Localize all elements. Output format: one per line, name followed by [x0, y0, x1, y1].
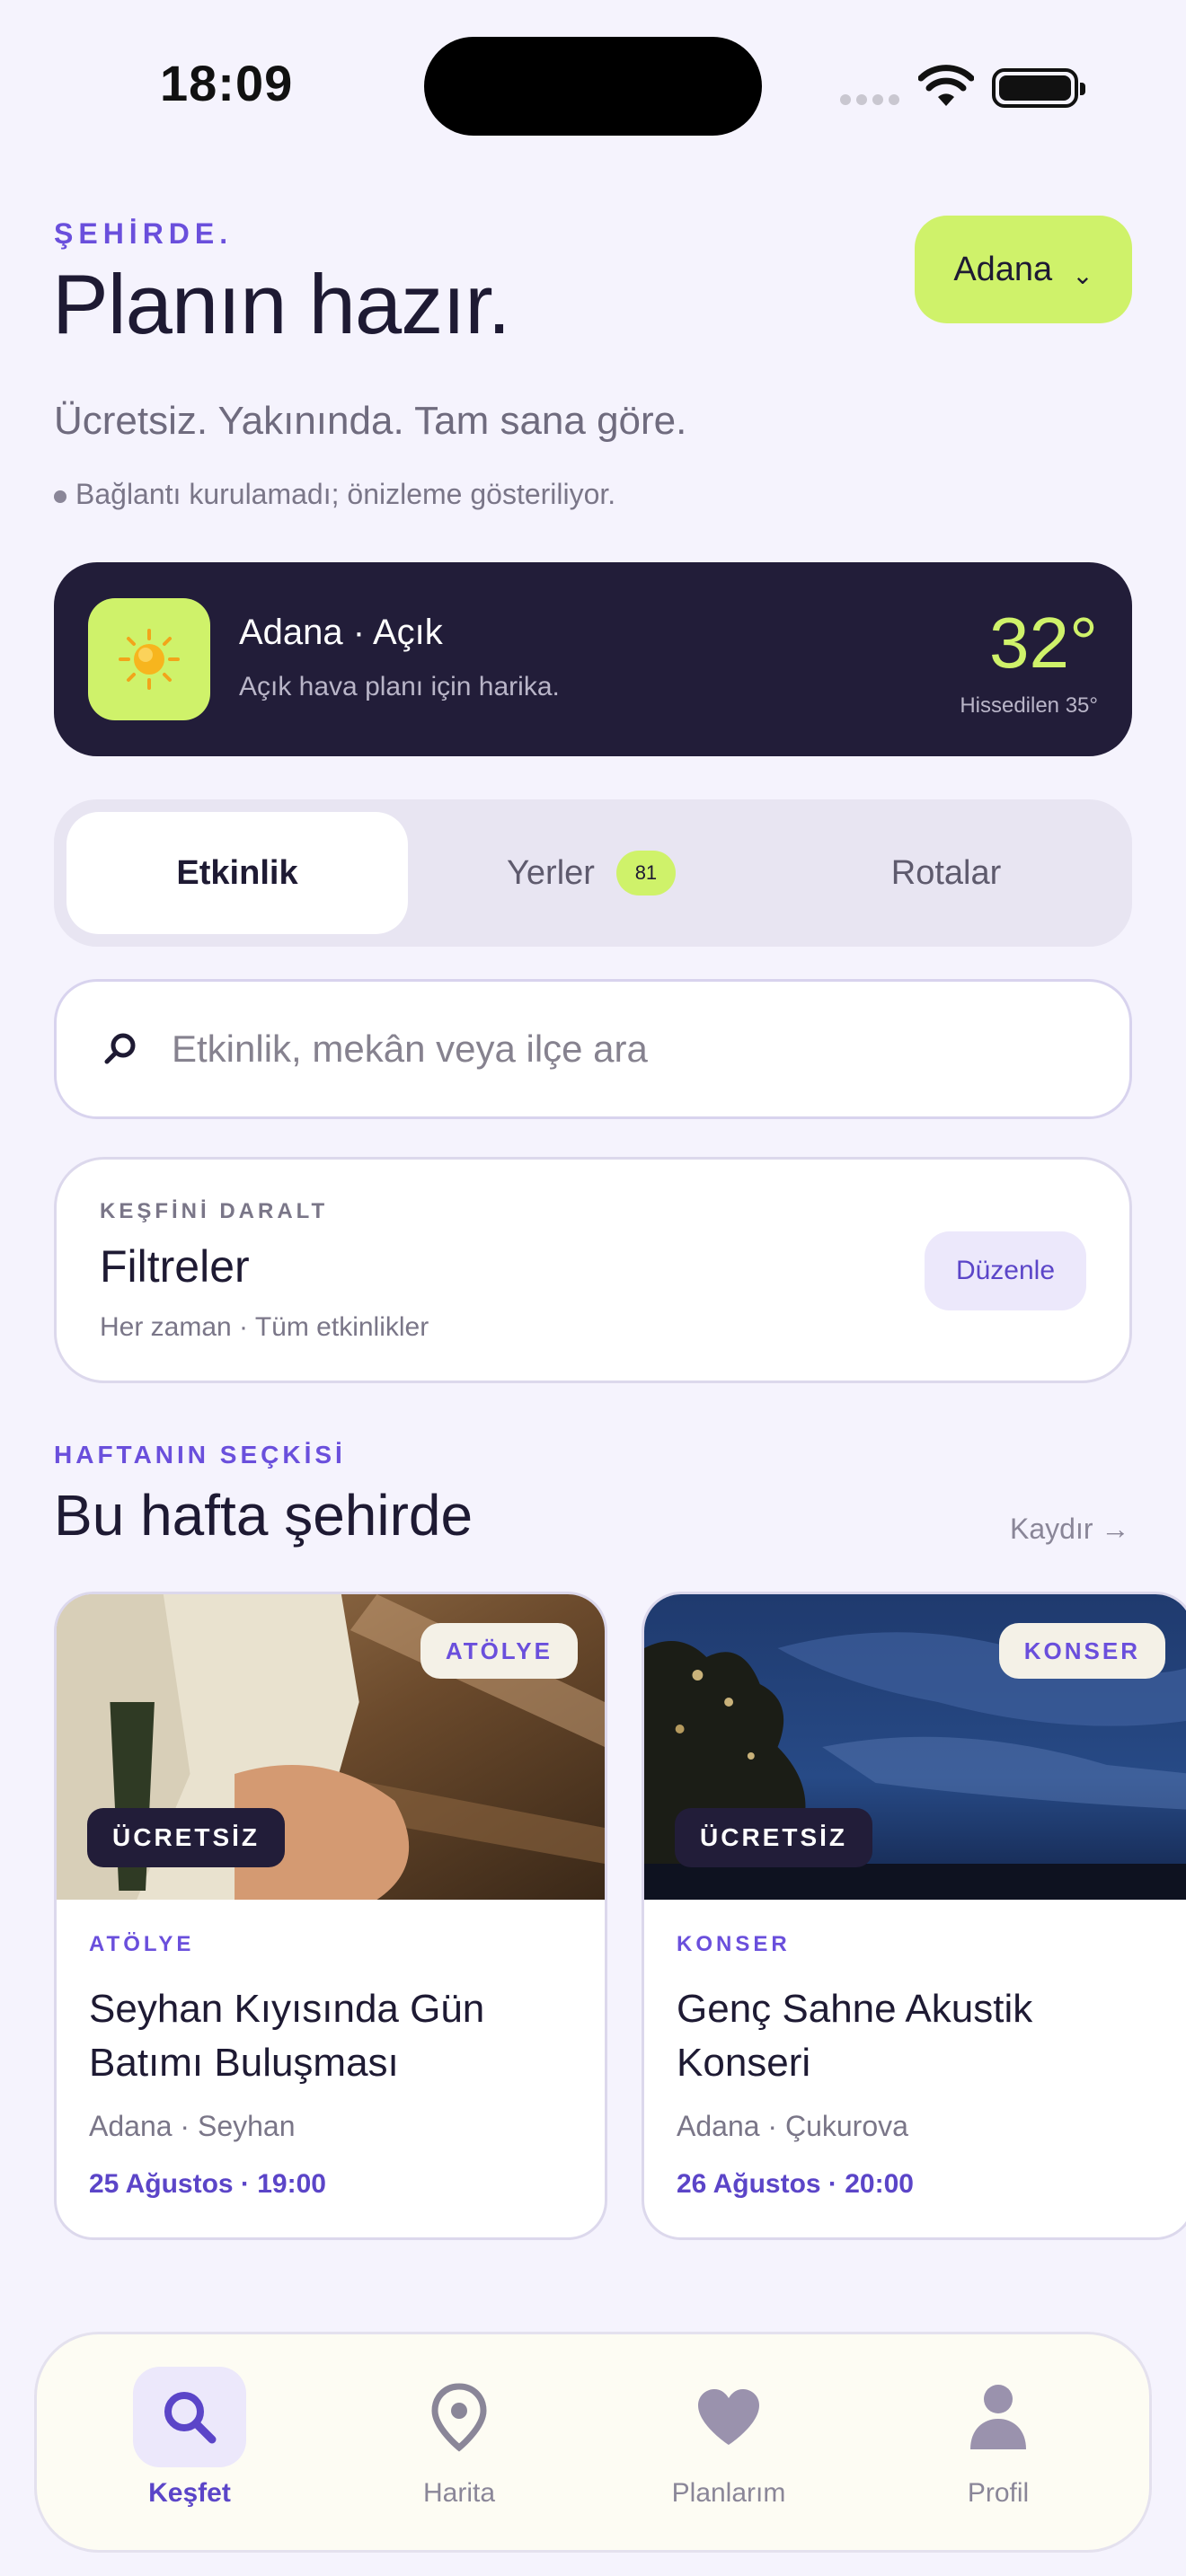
page-subtitle: Ücretsiz. Yakınında. Tam sana göre. — [54, 399, 687, 443]
search-icon — [133, 2367, 246, 2467]
map-pin-icon — [403, 2367, 516, 2467]
filters-summary: Her zaman · Tüm etkinlikler — [100, 1312, 429, 1342]
search-icon — [104, 1033, 136, 1064]
content-type-segmented-control: Etkinlik Yerler 81 Rotalar — [54, 799, 1132, 947]
search-input[interactable] — [172, 1028, 1070, 1071]
wifi-icon — [918, 65, 974, 106]
page-title: Planın hazır. — [52, 257, 511, 351]
card-date: 26 Ağustos · 20:00 — [677, 2169, 914, 2199]
sun-icon — [88, 598, 210, 720]
header-eyebrow: ŞEHİRDE. — [54, 217, 234, 250]
card-category: KONSER — [677, 1932, 791, 1956]
status-dot-icon — [54, 490, 66, 503]
event-card[interactable]: KONSER ÜCRETSİZ KONSER Genç Sahne Akusti… — [642, 1592, 1186, 2240]
weather-card: Adana · Açık Açık hava planı için harika… — [54, 562, 1132, 756]
person-icon — [942, 2367, 1055, 2467]
weather-temperature: 32° — [989, 603, 1098, 683]
tab-etkinlik[interactable]: Etkinlik — [66, 812, 408, 934]
heart-icon — [672, 2367, 785, 2467]
cellular-signal-icon — [840, 93, 905, 110]
card-date: 25 Ağustos · 19:00 — [89, 2169, 326, 2199]
chevron-down-icon: ⌄ — [1072, 260, 1093, 289]
tab-profil-label: Profil — [967, 2478, 1030, 2508]
search-bar — [54, 979, 1132, 1119]
tab-rotalar[interactable]: Rotalar — [773, 812, 1120, 934]
tab-harita[interactable]: Harita — [387, 2367, 531, 2509]
card-title: Seyhan Kıyısında Gün Batımı Buluşması — [89, 1987, 485, 2085]
free-badge: ÜCRETSİZ — [87, 1808, 285, 1867]
tab-yerler-label: Yerler — [507, 853, 595, 892]
section-title: Bu hafta şehirde — [54, 1483, 474, 1548]
card-title: Genç Sahne Akustik Konseri — [677, 1987, 1033, 2085]
filters-card: KEŞFİNİ DARALT Filtreler Her zaman · Tüm… — [54, 1157, 1132, 1383]
edit-filters-button[interactable]: Düzenle — [925, 1231, 1086, 1310]
weather-feels-like: Hissedilen 35° — [960, 693, 1098, 718]
card-location: Adana · Çukurova — [677, 2110, 908, 2142]
city-selector-label: Adana — [953, 250, 1053, 288]
card-category: ATÖLYE — [89, 1932, 195, 1956]
weather-title: Adana · Açık — [239, 613, 443, 652]
event-card[interactable]: ATÖLYE ÜCRETSİZ ATÖLYE Seyhan Kıyısında … — [54, 1592, 607, 2240]
category-badge: KONSER — [998, 1623, 1165, 1679]
connection-notice-text: Bağlantı kurulamadı; önizleme gösteriliy… — [75, 478, 616, 510]
tab-kesfet-label: Keşfet — [148, 2478, 231, 2508]
tab-rotalar-label: Rotalar — [890, 853, 1002, 892]
count-badge: 81 — [615, 851, 676, 895]
filters-title: Filtreler — [100, 1241, 250, 1292]
tab-profil[interactable]: Profil — [926, 2367, 1070, 2509]
city-selector-button[interactable]: Adana ⌄ — [915, 216, 1132, 323]
filters-eyebrow: KEŞFİNİ DARALT — [100, 1199, 329, 1223]
category-badge: ATÖLYE — [420, 1623, 578, 1679]
tab-yerler[interactable]: Yerler 81 — [420, 812, 762, 934]
battery-icon — [992, 68, 1085, 108]
tab-planlarim-label: Planlarım — [671, 2478, 786, 2508]
section-eyebrow: HAFTANIN SEÇKİSİ — [54, 1441, 346, 1469]
dynamic-island — [424, 37, 762, 136]
connection-notice: Bağlantı kurulamadı; önizleme gösteriliy… — [54, 478, 615, 511]
tab-planlarim[interactable]: Planlarım — [657, 2367, 801, 2509]
free-badge: ÜCRETSİZ — [675, 1808, 872, 1867]
scroll-hint: Kaydır → — [1010, 1513, 1130, 1545]
tab-harita-label: Harita — [422, 2478, 496, 2508]
bottom-tab-bar: Keşfet Harita Planlarım Profil — [34, 2332, 1152, 2553]
status-time: 18:09 — [160, 55, 294, 111]
card-location: Adana · Seyhan — [89, 2110, 296, 2142]
tab-etkinlik-label: Etkinlik — [176, 853, 298, 892]
tab-kesfet[interactable]: Keşfet — [118, 2367, 261, 2509]
weather-subtitle: Açık hava planı için harika. — [239, 672, 560, 701]
